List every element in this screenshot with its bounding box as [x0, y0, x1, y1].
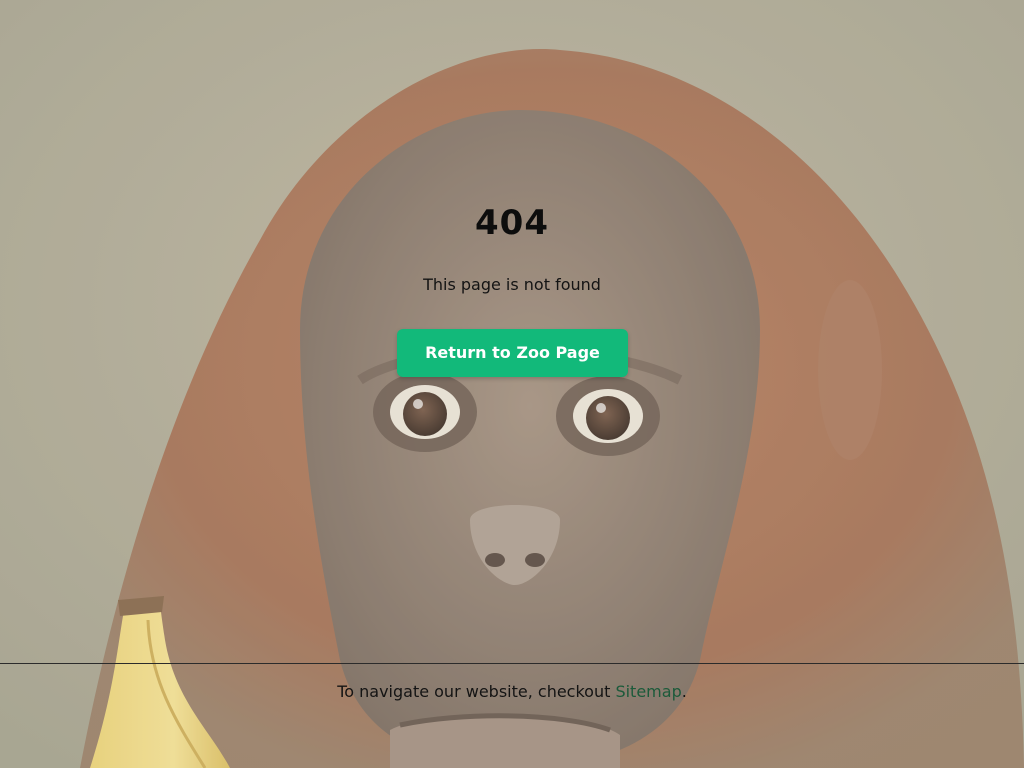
error-code: 404 — [475, 203, 549, 243]
footer-suffix: . — [681, 682, 687, 701]
footer-navigation-text: To navigate our website, checkout Sitema… — [0, 681, 1024, 703]
background-overlay — [0, 0, 1024, 768]
error-message: This page is not found — [423, 275, 601, 294]
return-to-zoo-button[interactable]: Return to Zoo Page — [397, 329, 628, 377]
footer-divider — [0, 663, 1024, 664]
sitemap-link[interactable]: Sitemap — [615, 682, 681, 701]
footer-prefix: To navigate our website, checkout — [337, 682, 616, 701]
